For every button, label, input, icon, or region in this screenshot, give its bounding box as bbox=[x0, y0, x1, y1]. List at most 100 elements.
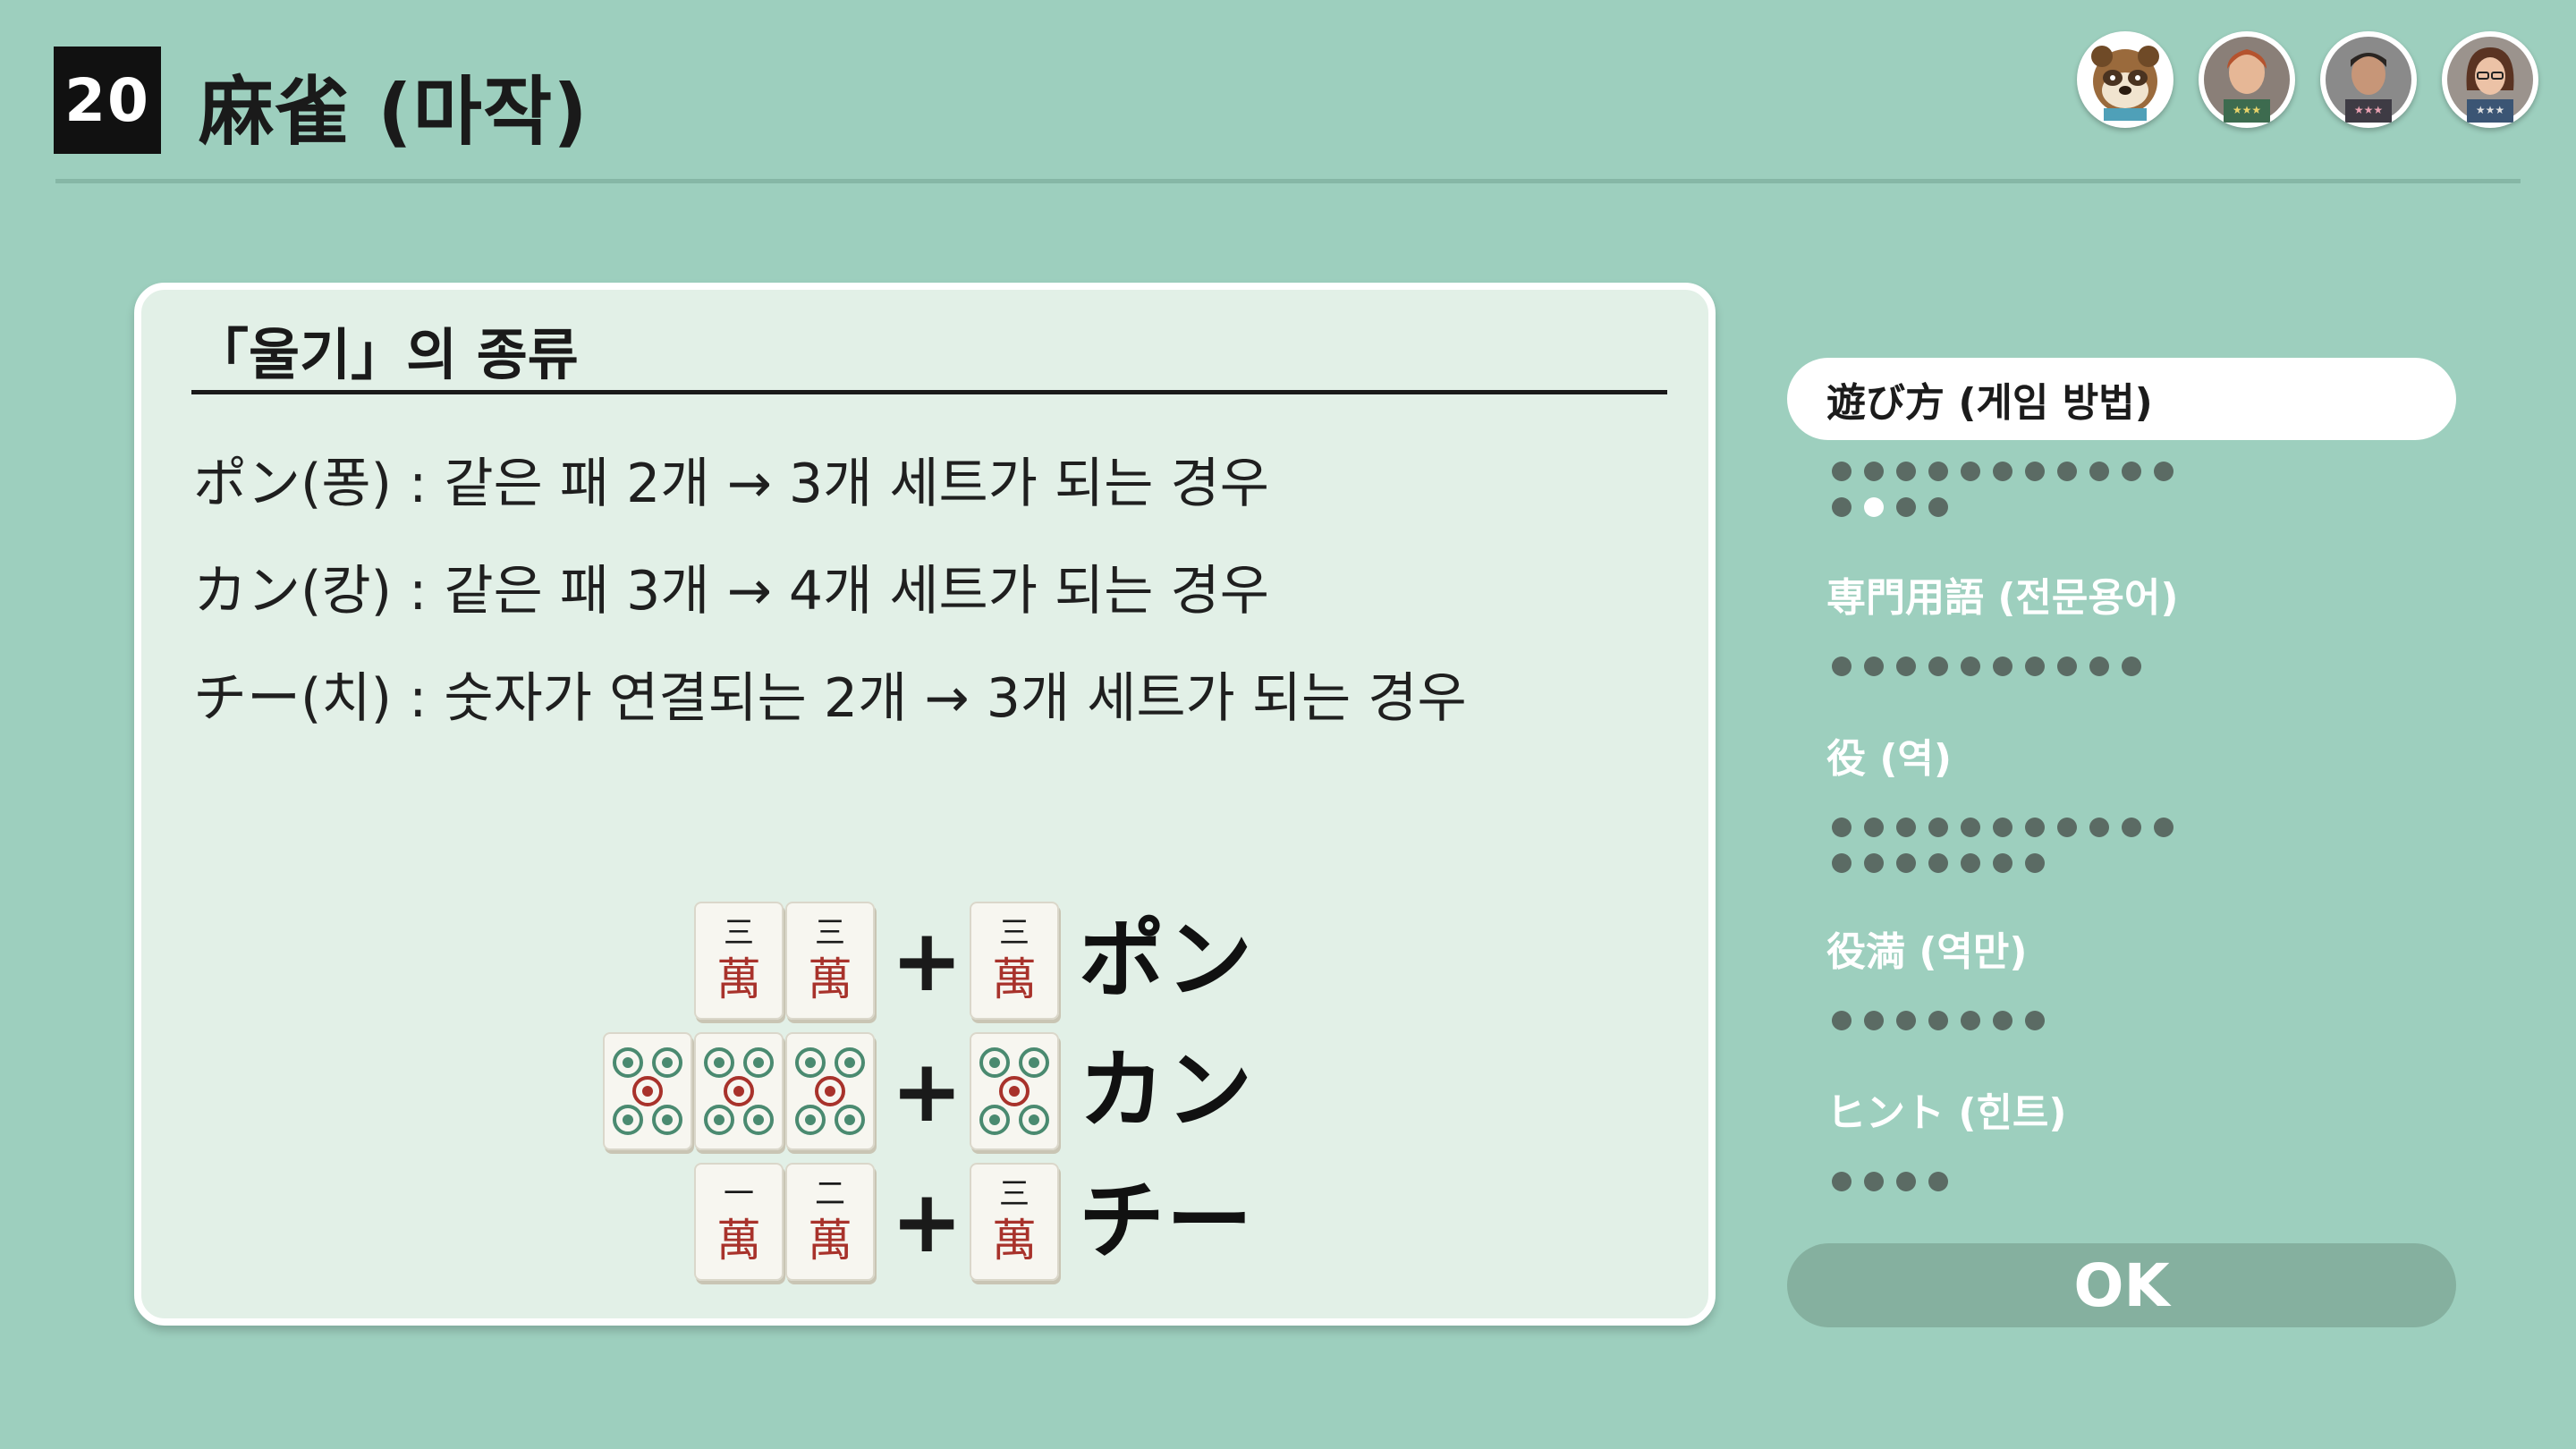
plus-sign: + bbox=[891, 911, 963, 1011]
page-dot bbox=[1896, 818, 1916, 837]
page-dot bbox=[2025, 853, 2045, 873]
page-dot bbox=[1896, 462, 1916, 481]
page-dot bbox=[1896, 1011, 1916, 1030]
pon-label: ポン bbox=[1079, 910, 1254, 1010]
rules-panel: 「울기」의 종류 ポン(퐁) : 같은 패 2개 → 3개 세트가 되는 경우 … bbox=[134, 283, 1716, 1326]
page-dot bbox=[1993, 1011, 2012, 1030]
page-dot bbox=[1928, 497, 1948, 517]
page-dot bbox=[1928, 1011, 1948, 1030]
page-dot bbox=[1832, 462, 1852, 481]
page-dot bbox=[1993, 853, 2012, 873]
page-dot bbox=[1864, 462, 1884, 481]
kan-label: カン bbox=[1079, 1040, 1254, 1140]
ok-button[interactable]: OK bbox=[1787, 1243, 2456, 1327]
tile-3-man: 三 萬 bbox=[694, 902, 784, 1020]
page-dot bbox=[2122, 657, 2141, 676]
pon-row: 三 萬 三 萬 + 三 萬 ポン bbox=[599, 902, 1404, 1023]
sidebar-item-label: 役 (역) bbox=[1826, 736, 1953, 782]
tile-3-man: 三 萬 bbox=[785, 902, 875, 1020]
svg-text:★★★: ★★★ bbox=[2476, 104, 2504, 116]
meld-diagram: 三 萬 三 萬 + 三 萬 ポン + カン 一 萬 二 萬 + 三 萬 チー bbox=[599, 902, 1404, 1304]
sidebar-item-yaku[interactable]: 役 (역) bbox=[1787, 714, 2456, 796]
page-dot bbox=[1864, 1011, 1884, 1030]
page-dot bbox=[1961, 462, 1980, 481]
page-dot bbox=[2025, 1011, 2045, 1030]
page-dot bbox=[1961, 818, 1980, 837]
page-dot bbox=[2154, 818, 2174, 837]
player-avatar-4: ★★★ bbox=[2442, 31, 2538, 128]
svg-text:三: 三 bbox=[815, 915, 845, 951]
page-dot bbox=[1961, 1011, 1980, 1030]
page-dot bbox=[1832, 1172, 1852, 1191]
sidebar-item-how-to-play[interactable]: 遊び方 (게임 방법) bbox=[1787, 358, 2456, 440]
sidebar-item-label: 遊び方 (게임 방법) bbox=[1826, 380, 2153, 426]
sidebar-item-terminology[interactable]: 専門用語 (전문용어) bbox=[1787, 553, 2456, 635]
page-dot bbox=[1928, 818, 1948, 837]
page-dot bbox=[1832, 657, 1852, 676]
page-dot bbox=[1896, 1172, 1916, 1191]
chi-label: チー bbox=[1079, 1171, 1254, 1271]
svg-text:萬: 萬 bbox=[992, 953, 1037, 1005]
svg-text:三: 三 bbox=[999, 915, 1030, 951]
page-dots-how-to-play bbox=[1832, 462, 2207, 533]
sidebar-item-label: 役満 (역만) bbox=[1826, 929, 2028, 975]
panel-heading: 「울기」의 종류 bbox=[193, 322, 579, 387]
svg-text:★★★: ★★★ bbox=[2233, 104, 2261, 116]
sidebar-item-yakuman[interactable]: 役満 (역만) bbox=[1787, 907, 2456, 989]
panel-heading-divider bbox=[191, 390, 1667, 394]
page-dot bbox=[1928, 657, 1948, 676]
svg-text:萬: 萬 bbox=[808, 953, 852, 1005]
plus-sign: + bbox=[891, 1041, 963, 1141]
sidebar-item-label: 専門用語 (전문용어) bbox=[1826, 575, 2179, 621]
tile-5-pin bbox=[694, 1032, 784, 1150]
page-dot bbox=[2057, 818, 2077, 837]
page-dot bbox=[2089, 462, 2109, 481]
svg-text:萬: 萬 bbox=[808, 1215, 852, 1267]
header-bar: 20 麻雀 (마작) ★★★ ★★★ ★★★ bbox=[0, 0, 2576, 188]
page-dot bbox=[2122, 818, 2141, 837]
player-avatar-2: ★★★ bbox=[2199, 31, 2295, 128]
svg-text:一: 一 bbox=[724, 1176, 754, 1212]
sidebar-item-label: ヒント (힌트) bbox=[1826, 1090, 2067, 1136]
player-avatars: ★★★ ★★★ ★★★ bbox=[2077, 31, 2538, 128]
page-dot bbox=[1993, 657, 2012, 676]
page-dot bbox=[1896, 497, 1916, 517]
page-dot bbox=[1896, 853, 1916, 873]
plus-sign: + bbox=[891, 1172, 963, 1272]
svg-text:★★★: ★★★ bbox=[2354, 104, 2383, 116]
page-dot bbox=[1993, 818, 2012, 837]
tile-5-pin bbox=[785, 1032, 875, 1150]
page-dot bbox=[1928, 462, 1948, 481]
page-dots-terminology bbox=[1832, 657, 2207, 692]
page-dots-hints bbox=[1832, 1172, 2207, 1208]
rule-line-kan: カン(캉) : 같은 패 3개 → 4개 세트가 되는 경우 bbox=[193, 560, 1269, 623]
player-avatar-3: ★★★ bbox=[2320, 31, 2417, 128]
page-dot bbox=[2025, 818, 2045, 837]
svg-text:萬: 萬 bbox=[716, 953, 761, 1005]
tile-3-man-called: 三 萬 bbox=[970, 1163, 1059, 1281]
page-dot bbox=[2122, 462, 2141, 481]
sidebar-item-hints[interactable]: ヒント (힌트) bbox=[1787, 1068, 2456, 1150]
page-dot bbox=[2089, 657, 2109, 676]
rule-line-pon: ポン(퐁) : 같은 패 2개 → 3개 세트가 되는 경우 bbox=[193, 453, 1269, 515]
page-dot bbox=[1864, 818, 1884, 837]
page-dot bbox=[1864, 853, 1884, 873]
page-dot bbox=[2089, 818, 2109, 837]
tile-1-man: 一 萬 bbox=[694, 1163, 784, 1281]
page-dot bbox=[1928, 853, 1948, 873]
kan-row: + カン bbox=[599, 1032, 1404, 1154]
game-number-badge: 20 bbox=[54, 47, 161, 154]
svg-text:二: 二 bbox=[815, 1176, 845, 1212]
page-dot bbox=[1832, 497, 1852, 517]
page-dot bbox=[1832, 1011, 1852, 1030]
tile-3-man-called: 三 萬 bbox=[970, 902, 1059, 1020]
page-dot bbox=[2057, 462, 2077, 481]
page-dot bbox=[2057, 657, 2077, 676]
page-dot bbox=[1832, 818, 1852, 837]
rule-line-chi: チー(치) : 숫자가 연결되는 2개 → 3개 세트가 되는 경우 bbox=[193, 667, 1467, 730]
page-dot bbox=[1961, 853, 1980, 873]
svg-text:萬: 萬 bbox=[992, 1215, 1037, 1267]
page-dots-yaku bbox=[1832, 818, 2207, 889]
page-dot bbox=[1961, 657, 1980, 676]
svg-text:萬: 萬 bbox=[716, 1215, 761, 1267]
